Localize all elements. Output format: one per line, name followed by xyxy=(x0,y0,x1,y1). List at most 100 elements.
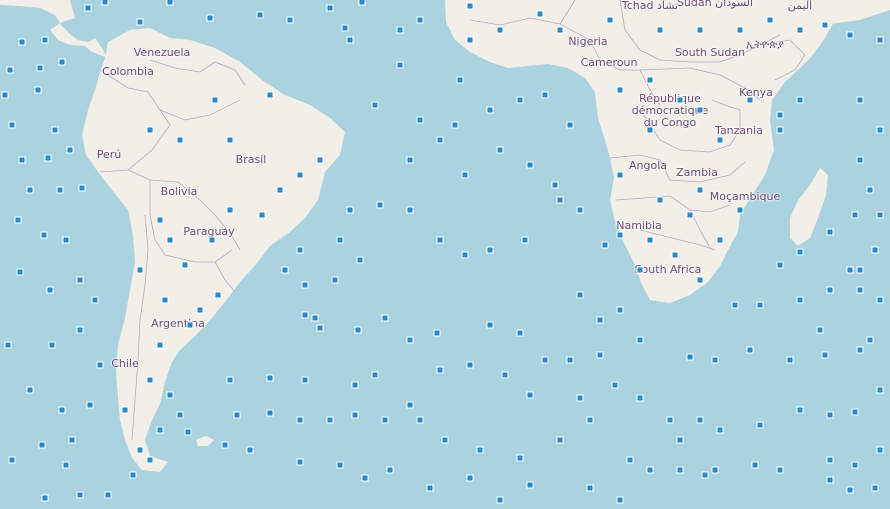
map-marker[interactable] xyxy=(636,266,644,274)
map-marker[interactable] xyxy=(526,161,534,169)
map-marker[interactable] xyxy=(416,116,424,124)
map-marker[interactable] xyxy=(866,186,874,194)
map-marker[interactable] xyxy=(286,16,294,24)
map-marker[interactable] xyxy=(86,401,94,409)
map-marker[interactable] xyxy=(576,394,584,402)
map-marker[interactable] xyxy=(436,366,444,374)
map-marker[interactable] xyxy=(233,411,241,419)
map-marker[interactable] xyxy=(551,181,559,189)
map-marker[interactable] xyxy=(336,461,344,469)
map-marker[interactable] xyxy=(226,376,234,384)
map-marker[interactable] xyxy=(821,21,829,29)
map-marker[interactable] xyxy=(666,416,674,424)
map-marker[interactable] xyxy=(1,91,9,99)
map-marker[interactable] xyxy=(856,346,864,354)
map-marker[interactable] xyxy=(596,316,604,324)
map-marker[interactable] xyxy=(601,241,609,249)
map-marker[interactable] xyxy=(851,461,859,469)
map-marker[interactable] xyxy=(466,2,474,10)
map-marker[interactable] xyxy=(208,236,216,244)
map-marker[interactable] xyxy=(616,86,624,94)
map-marker[interactable] xyxy=(358,0,366,6)
map-marker[interactable] xyxy=(40,231,48,239)
map-marker[interactable] xyxy=(46,286,54,294)
map-marker[interactable] xyxy=(796,96,804,104)
map-marker[interactable] xyxy=(826,456,834,464)
map-marker[interactable] xyxy=(486,321,494,329)
map-marker[interactable] xyxy=(4,341,12,349)
map-marker[interactable] xyxy=(18,38,26,46)
map-marker[interactable] xyxy=(381,416,389,424)
map-marker[interactable] xyxy=(746,346,754,354)
map-marker[interactable] xyxy=(346,206,354,214)
map-marker[interactable] xyxy=(433,329,441,337)
map-marker[interactable] xyxy=(38,441,46,449)
map-marker[interactable] xyxy=(104,491,112,499)
map-marker[interactable] xyxy=(416,16,424,24)
map-marker[interactable] xyxy=(266,374,274,382)
map-marker[interactable] xyxy=(406,401,414,409)
map-marker[interactable] xyxy=(606,16,614,24)
map-marker[interactable] xyxy=(176,411,184,419)
map-marker[interactable] xyxy=(221,441,229,449)
map-marker[interactable] xyxy=(296,416,304,424)
map-marker[interactable] xyxy=(214,291,222,299)
map-marker[interactable] xyxy=(716,236,724,244)
map-marker[interactable] xyxy=(521,236,529,244)
map-marker[interactable] xyxy=(816,326,824,334)
map-marker[interactable] xyxy=(611,381,619,389)
map-marker[interactable] xyxy=(146,126,154,134)
map-marker[interactable] xyxy=(26,186,34,194)
map-marker[interactable] xyxy=(856,96,864,104)
map-marker[interactable] xyxy=(776,261,784,269)
map-marker[interactable] xyxy=(146,376,154,384)
map-marker[interactable] xyxy=(416,416,424,424)
map-marker[interactable] xyxy=(281,266,289,274)
map-marker[interactable] xyxy=(696,276,704,284)
map-marker[interactable] xyxy=(576,206,584,214)
map-marker[interactable] xyxy=(701,471,709,479)
map-marker[interactable] xyxy=(66,146,74,154)
map-marker[interactable] xyxy=(326,4,334,12)
map-marker[interactable] xyxy=(351,381,359,389)
map-marker[interactable] xyxy=(821,351,829,359)
map-marker[interactable] xyxy=(646,76,654,84)
map-marker[interactable] xyxy=(536,10,544,18)
map-marker[interactable] xyxy=(796,296,804,304)
map-marker[interactable] xyxy=(526,481,534,489)
map-marker[interactable] xyxy=(354,326,362,334)
map-marker[interactable] xyxy=(461,251,469,259)
map-marker[interactable] xyxy=(76,491,84,499)
map-marker[interactable] xyxy=(406,156,414,164)
map-marker[interactable] xyxy=(186,321,194,329)
map-marker[interactable] xyxy=(556,26,564,34)
map-marker[interactable] xyxy=(696,26,704,34)
map-marker[interactable] xyxy=(441,436,449,444)
map-marker[interactable] xyxy=(826,228,834,236)
map-marker[interactable] xyxy=(101,0,109,6)
map-marker[interactable] xyxy=(34,86,42,94)
map-marker[interactable] xyxy=(826,411,834,419)
map-marker[interactable] xyxy=(266,409,274,417)
map-marker[interactable] xyxy=(656,196,664,204)
map-marker[interactable] xyxy=(301,376,309,384)
map-marker[interactable] xyxy=(136,18,144,26)
map-marker[interactable] xyxy=(671,251,679,259)
map-marker[interactable] xyxy=(58,406,66,414)
map-marker[interactable] xyxy=(406,206,414,214)
map-marker[interactable] xyxy=(136,446,144,454)
map-marker[interactable] xyxy=(146,456,154,464)
map-marker[interactable] xyxy=(316,324,324,332)
map-marker[interactable] xyxy=(556,436,564,444)
map-marker[interactable] xyxy=(556,196,564,204)
map-marker[interactable] xyxy=(276,186,284,194)
map-marker[interactable] xyxy=(381,314,389,322)
map-marker[interactable] xyxy=(616,231,624,239)
map-marker[interactable] xyxy=(616,306,624,314)
map-marker[interactable] xyxy=(576,291,584,299)
map-marker[interactable] xyxy=(711,356,719,364)
map-marker[interactable] xyxy=(456,76,464,84)
map-marker[interactable] xyxy=(646,126,654,134)
map-marker[interactable] xyxy=(41,36,49,44)
map-marker[interactable] xyxy=(716,426,724,434)
